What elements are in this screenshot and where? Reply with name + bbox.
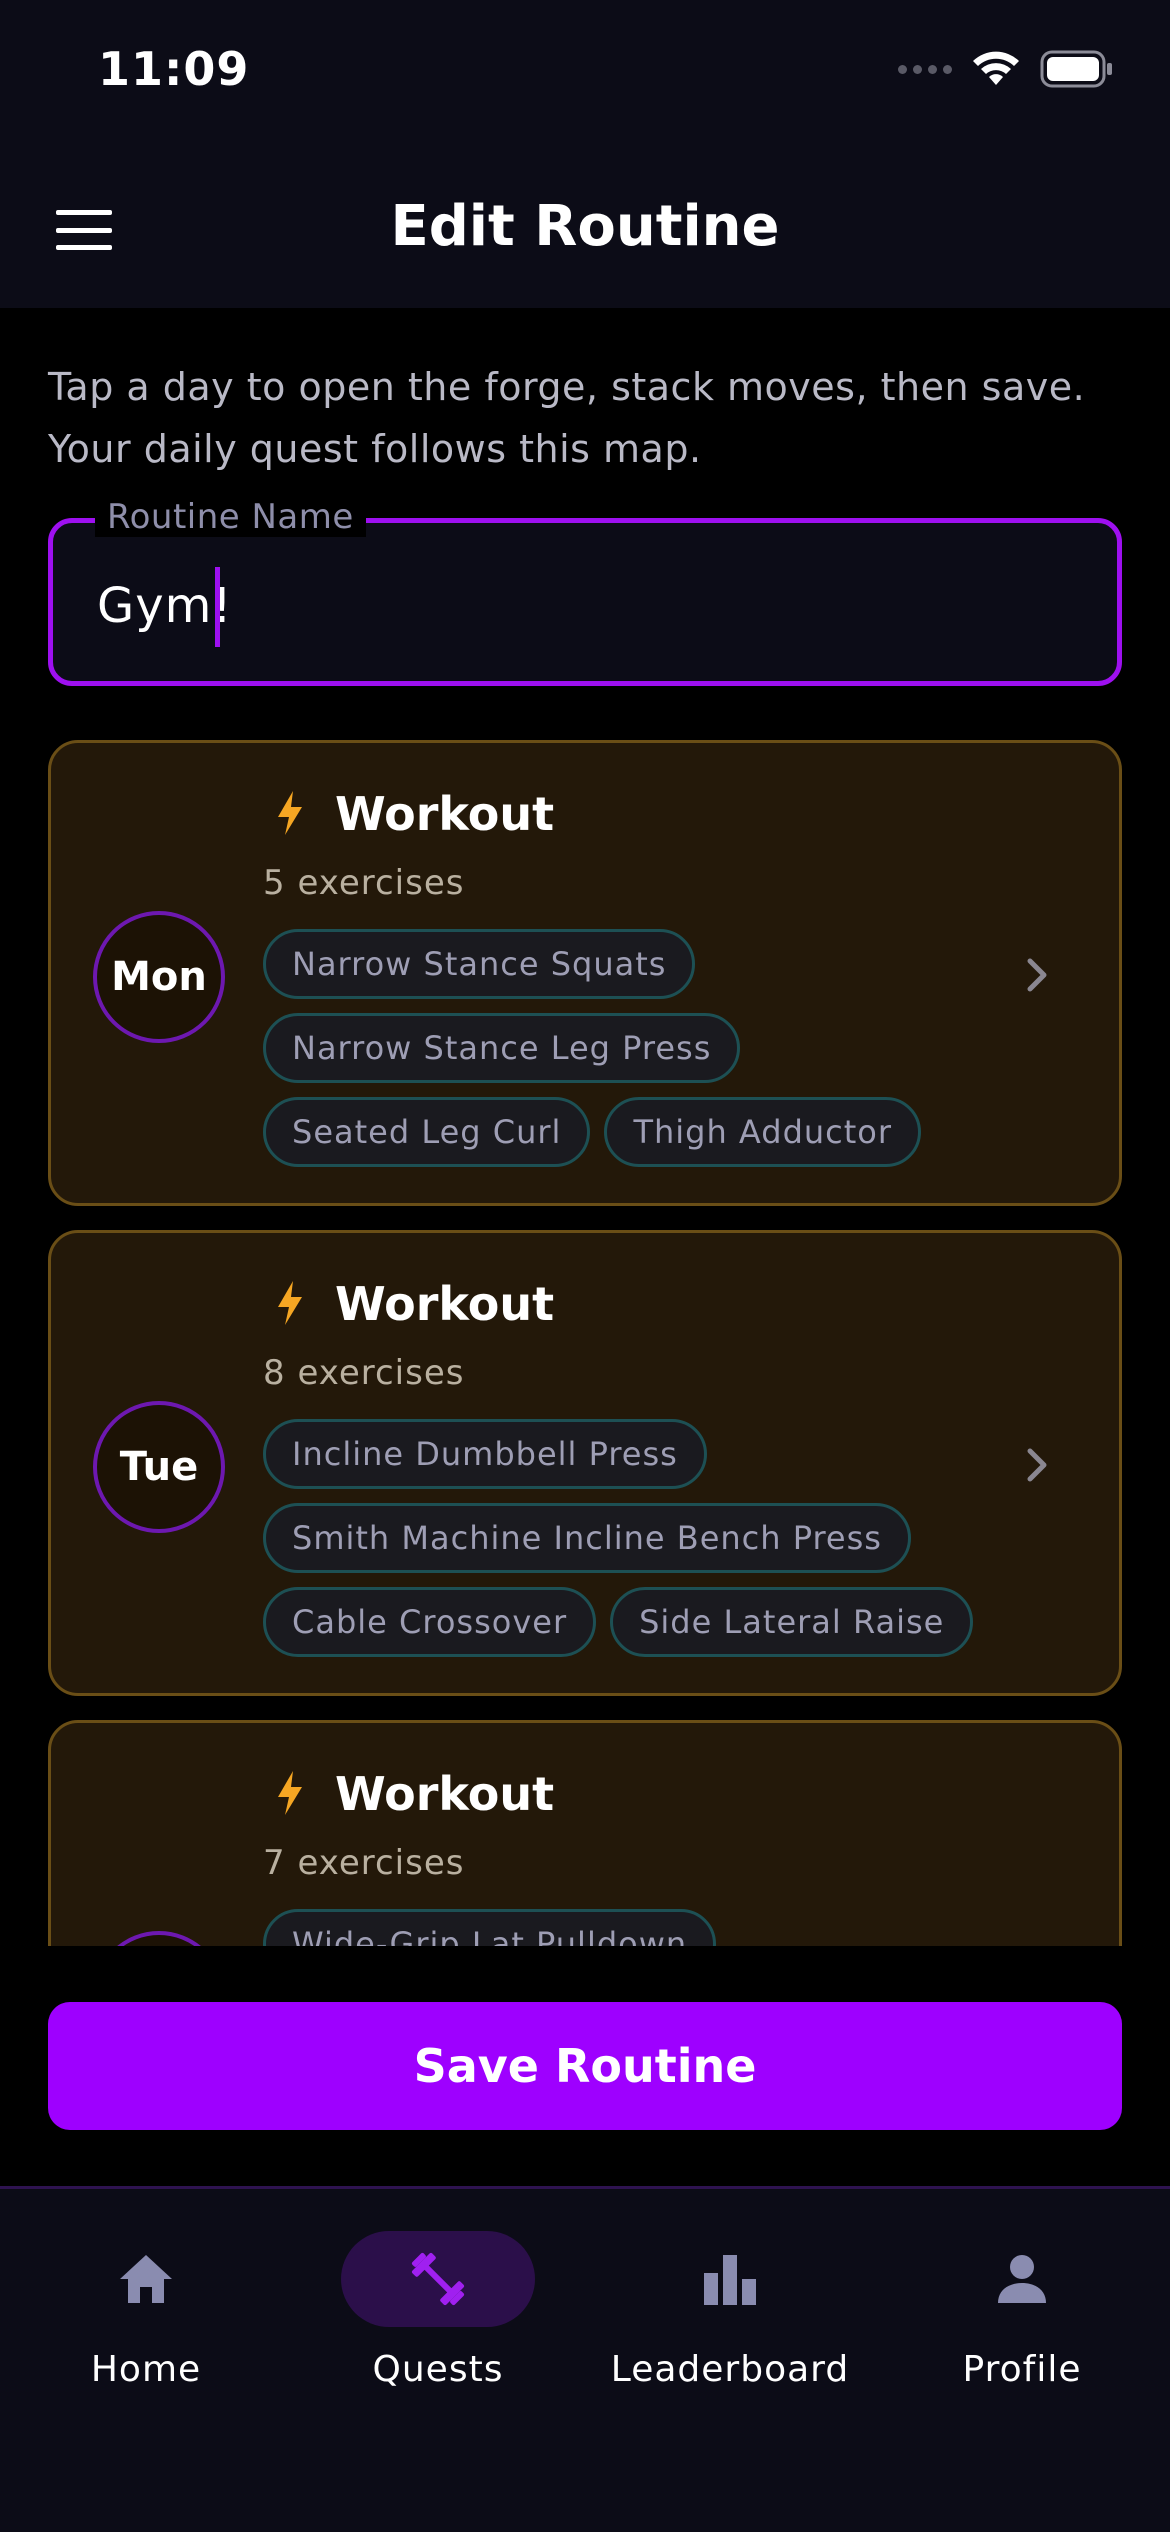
home-icon: [120, 2255, 172, 2303]
lightning-bolt-icon: [278, 791, 302, 835]
exercise-count: 7 exercises: [263, 1843, 465, 1883]
exercise-chips: Narrow Stance Squats Narrow Stance Leg P…: [263, 929, 983, 1167]
day-card-tue[interactable]: Tue Workout 8 exercises Incline Dumbbell…: [48, 1230, 1122, 1696]
routine-name-field[interactable]: Routine Name: [48, 497, 1122, 686]
nav-home-icon-wrap: [49, 2231, 243, 2327]
routine-name-input[interactable]: [97, 571, 1057, 641]
nav-label: Profile: [962, 2349, 1082, 2390]
day-badge: [93, 1931, 225, 1946]
nav-home[interactable]: Home: [0, 2189, 292, 2409]
battery-icon: [1040, 50, 1112, 88]
dumbbell-icon: [411, 2252, 465, 2306]
chevron-right-icon: [1027, 958, 1047, 992]
nav-leaderboard-icon-wrap: [633, 2231, 827, 2327]
card-title: Workout: [335, 1767, 555, 1821]
nav-profile-icon-wrap: [925, 2231, 1119, 2327]
day-badge: Tue: [93, 1401, 225, 1533]
person-icon: [998, 2255, 1046, 2303]
lightning-bolt-icon: [278, 1771, 302, 1815]
nav-quests-icon-wrap: [341, 2231, 535, 2327]
exercise-chip: Narrow Stance Squats: [263, 929, 696, 999]
card-title: Workout: [335, 1277, 555, 1331]
bar-chart-icon: [704, 2255, 756, 2305]
day-card-mon[interactable]: Mon Workout 5 exercises Narrow Stance Sq…: [48, 740, 1122, 1206]
nav-profile[interactable]: Profile: [876, 2189, 1168, 2409]
exercise-chip: Incline Dumbbell Press: [263, 1419, 707, 1489]
cellular-signal-icon: [898, 64, 952, 74]
day-card-wed[interactable]: Workout 7 exercises Wide-Grip Lat Pulldo…: [48, 1720, 1122, 1946]
status-time: 11:09: [98, 42, 250, 96]
app-header: Edit Routine: [0, 150, 1170, 308]
intro-line-1: Tap a day to open the forge, stack moves…: [48, 365, 1086, 409]
nav-label: Quests: [372, 2349, 504, 2390]
exercise-count: 8 exercises: [263, 1353, 465, 1393]
bottom-nav: Home Quests Leaderboard Profile: [0, 2186, 1170, 2532]
card-title: Workout: [335, 787, 555, 841]
nav-leaderboard[interactable]: Leaderboard: [584, 2189, 876, 2409]
wifi-icon: [973, 51, 1019, 85]
text-cursor: [215, 567, 220, 647]
exercise-chip: Narrow Stance Leg Press: [263, 1013, 741, 1083]
status-icons: [898, 50, 1114, 88]
exercise-chip: Cable Crossover: [263, 1587, 597, 1657]
exercise-chip: Wide-Grip Lat Pulldown: [263, 1909, 717, 1946]
exercise-chip: Smith Machine Incline Bench Press: [263, 1503, 911, 1573]
exercise-chips: Incline Dumbbell Press Smith Machine Inc…: [263, 1419, 983, 1657]
exercise-chips: Wide-Grip Lat Pulldown: [263, 1909, 983, 1946]
exercise-chip: Thigh Adductor: [604, 1097, 922, 1167]
save-routine-button[interactable]: Save Routine: [48, 2002, 1122, 2130]
chevron-right-icon: [1027, 1448, 1047, 1482]
lightning-bolt-icon: [278, 1281, 302, 1325]
routine-name-label: Routine Name: [95, 497, 366, 537]
exercise-count: 5 exercises: [263, 863, 465, 903]
screen: 11:09 Edit Routine Tap a day to open the: [0, 0, 1170, 2532]
exercise-chip: Seated Leg Curl: [263, 1097, 591, 1167]
day-list[interactable]: Mon Workout 5 exercises Narrow Stance Sq…: [0, 740, 1170, 1946]
status-bar: 11:09: [0, 0, 1170, 150]
day-badge: Mon: [93, 911, 225, 1043]
nav-label: Leaderboard: [610, 2349, 850, 2390]
nav-label: Home: [90, 2349, 202, 2390]
exercise-chip: Side Lateral Raise: [610, 1587, 974, 1657]
page-title: Edit Routine: [390, 194, 780, 259]
nav-quests[interactable]: Quests: [292, 2189, 584, 2409]
intro-text: Tap a day to open the forge, stack moves…: [48, 356, 1128, 480]
intro-line-2: Your daily quest follows this map.: [48, 427, 702, 471]
